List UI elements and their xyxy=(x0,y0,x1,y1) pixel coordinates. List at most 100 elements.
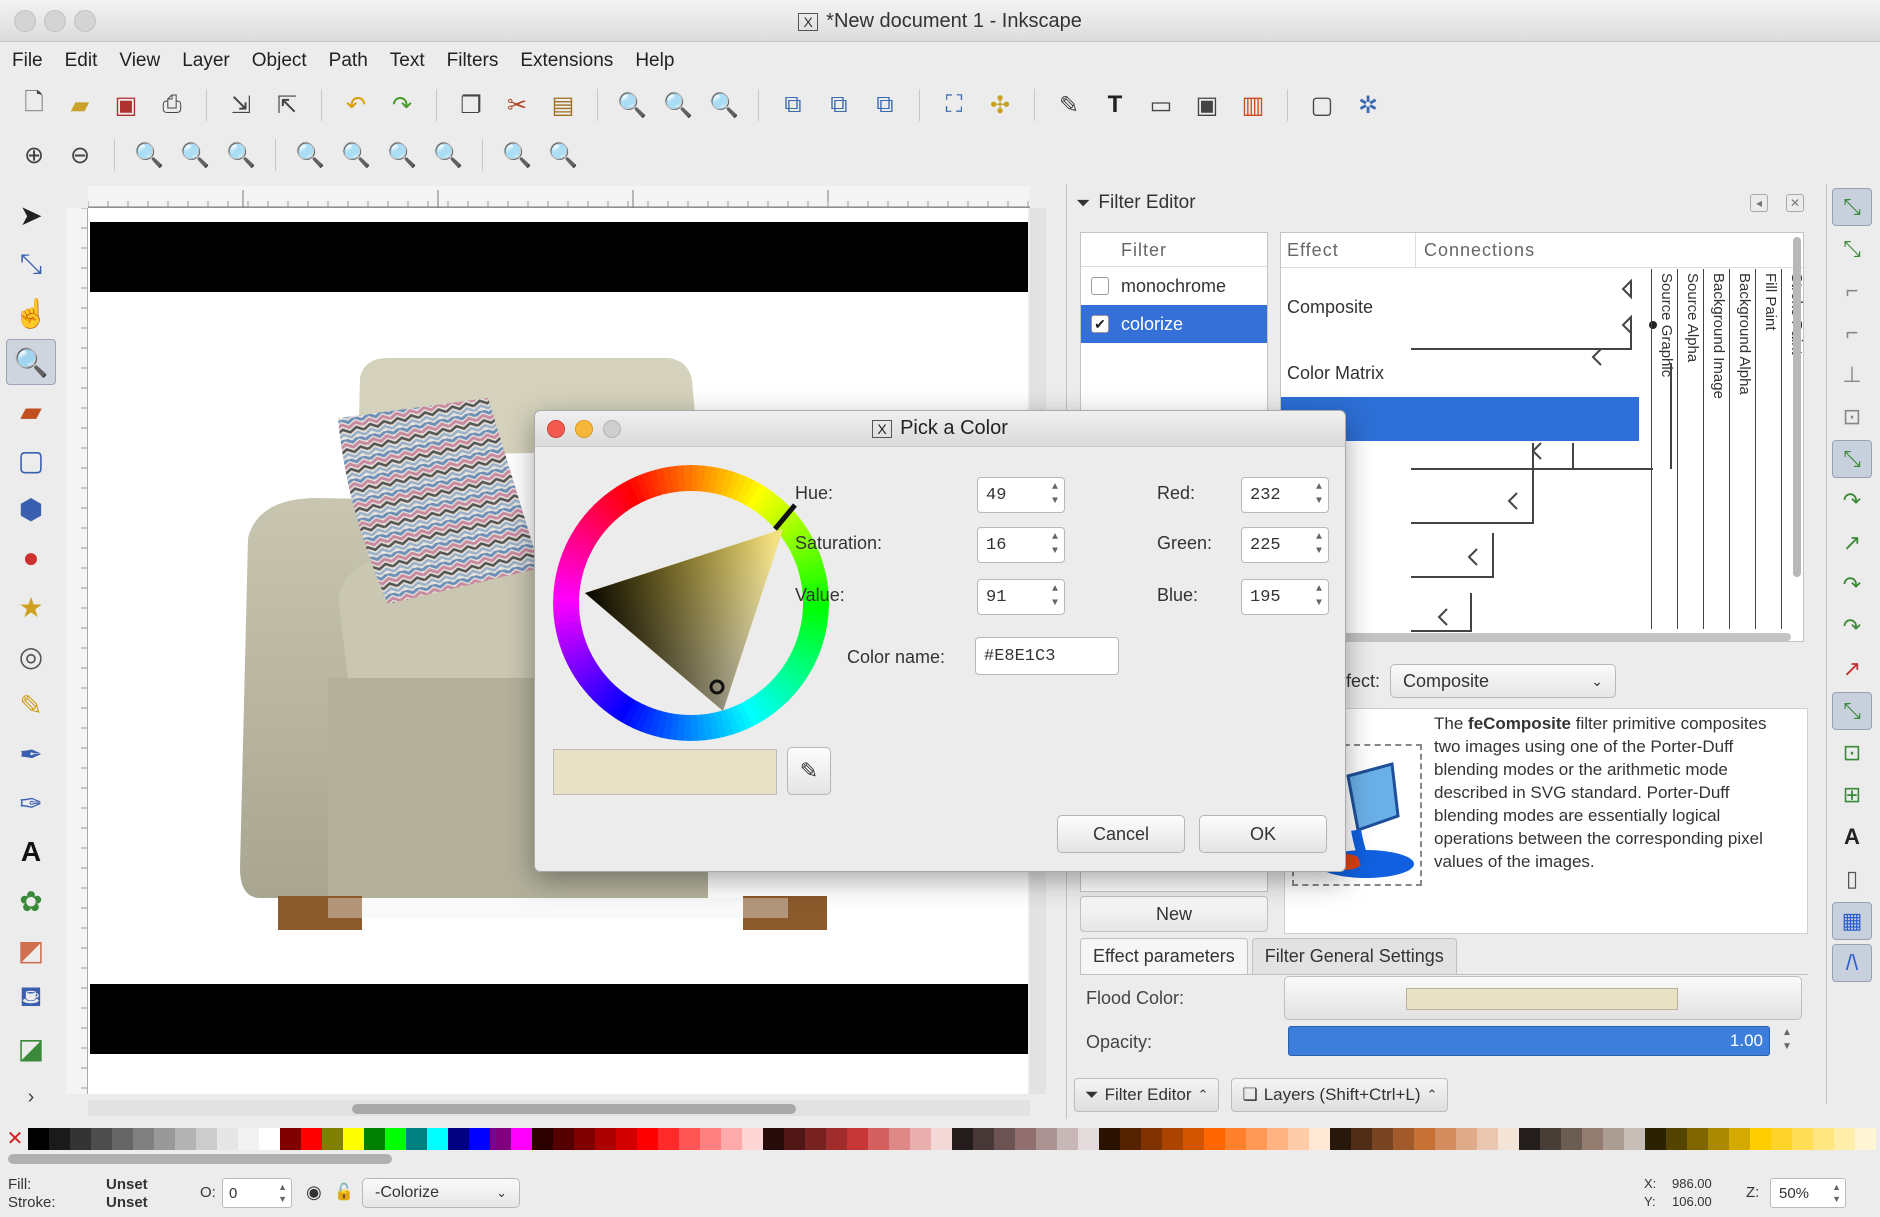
snap-object-center-icon[interactable]: ⊡ xyxy=(1832,734,1872,772)
document-properties-icon[interactable]: ▢ xyxy=(1304,87,1340,123)
snap-guides-icon[interactable]: /\ xyxy=(1832,944,1872,982)
palette-swatch[interactable] xyxy=(91,1128,112,1150)
palette-swatch[interactable] xyxy=(616,1128,637,1150)
selector-tool-icon[interactable]: ➤ xyxy=(6,192,56,238)
zoom-drawing-icon[interactable]: 🔍 xyxy=(660,87,696,123)
filter-row-monochrome[interactable]: monochrome xyxy=(1081,267,1267,305)
palette-swatch[interactable] xyxy=(49,1128,70,1150)
red-spinbox[interactable]: 232 ▲ ▼ xyxy=(1241,477,1329,513)
import-icon[interactable]: ⇲ xyxy=(223,87,259,123)
palette-swatch[interactable] xyxy=(1099,1128,1120,1150)
measure-tool-icon[interactable]: ▰ xyxy=(6,388,56,434)
zoom-out-icon[interactable]: ⊖ xyxy=(62,137,98,173)
palette-swatch[interactable] xyxy=(1666,1128,1687,1150)
filter-checkbox-monochrome[interactable] xyxy=(1091,277,1109,295)
palette-swatch[interactable] xyxy=(259,1128,280,1150)
palette-swatch[interactable] xyxy=(637,1128,658,1150)
current-layer-select[interactable]: -Colorize ⌄ xyxy=(362,1178,520,1208)
menu-view[interactable]: View xyxy=(119,50,160,72)
palette-swatch[interactable] xyxy=(1624,1128,1645,1150)
snap-bbox-icon[interactable]: ⤡ xyxy=(1832,230,1872,268)
input-source-alpha[interactable]: Source Alpha xyxy=(1677,269,1701,629)
palette-swatch[interactable] xyxy=(1057,1128,1078,1150)
palette-swatch[interactable] xyxy=(1078,1128,1099,1150)
palette-swatch[interactable] xyxy=(1414,1128,1435,1150)
snap-nodes-icon[interactable]: ⤡ xyxy=(1832,440,1872,478)
spray-tool-icon[interactable]: ✿ xyxy=(6,878,56,924)
palette-swatch[interactable] xyxy=(742,1128,763,1150)
palette-swatch[interactable] xyxy=(1519,1128,1540,1150)
menu-help[interactable]: Help xyxy=(635,50,674,72)
palette-swatch[interactable] xyxy=(511,1128,532,1150)
palette-swatch[interactable] xyxy=(469,1128,490,1150)
palette-swatch[interactable] xyxy=(700,1128,721,1150)
palette-swatch[interactable] xyxy=(217,1128,238,1150)
green-spinbox[interactable]: 225 ▲ ▼ xyxy=(1241,527,1329,563)
save-icon[interactable]: ▣ xyxy=(108,87,144,123)
snap-path-intersection-icon[interactable]: ↗ xyxy=(1832,524,1872,562)
cancel-button[interactable]: Cancel xyxy=(1057,815,1185,853)
zoom-selection-icon[interactable]: 🔍 xyxy=(614,87,650,123)
palette-swatch[interactable] xyxy=(343,1128,364,1150)
snap-enable-icon[interactable]: ⤡ xyxy=(1832,188,1872,226)
zoom-in-icon[interactable]: ⊕ xyxy=(16,137,52,173)
zoom-drawing-icon[interactable]: 🔍 xyxy=(338,137,374,173)
clone-icon[interactable]: ⧉ xyxy=(821,87,857,123)
menu-edit[interactable]: Edit xyxy=(65,50,98,72)
filter-row-colorize[interactable]: ✔ colorize xyxy=(1081,305,1267,343)
palette-swatch[interactable] xyxy=(238,1128,259,1150)
zoom-selection-icon[interactable]: 🔍 xyxy=(292,137,328,173)
palette-swatch[interactable] xyxy=(595,1128,616,1150)
palette-swatch[interactable] xyxy=(133,1128,154,1150)
canvas-horizontal-scroll-thumb[interactable] xyxy=(352,1104,796,1114)
palette-swatch[interactable] xyxy=(1729,1128,1750,1150)
palette-swatch[interactable] xyxy=(1372,1128,1393,1150)
zoom-page-icon[interactable]: 🔍 xyxy=(384,137,420,173)
zoom-next-icon[interactable]: 🔍 xyxy=(545,137,581,173)
palette-swatch[interactable] xyxy=(406,1128,427,1150)
color-name-input[interactable]: #E8E1C3 xyxy=(975,637,1119,675)
palette-swatch[interactable] xyxy=(1540,1128,1561,1150)
palette-swatch[interactable] xyxy=(805,1128,826,1150)
menu-object[interactable]: Object xyxy=(252,50,307,72)
zoom-previous-icon[interactable]: 🔍 xyxy=(499,137,535,173)
hue-spinbox[interactable]: 49 ▲ ▼ xyxy=(977,477,1065,513)
palette-swatch[interactable] xyxy=(1477,1128,1498,1150)
palette-swatch[interactable] xyxy=(1582,1128,1603,1150)
palette-swatch[interactable] xyxy=(28,1128,49,1150)
panel-iconify-icon[interactable]: ◂ xyxy=(1750,194,1768,212)
palette-swatch[interactable] xyxy=(1435,1128,1456,1150)
menu-extensions[interactable]: Extensions xyxy=(520,50,613,72)
node-tool-icon[interactable]: ⤡ xyxy=(6,241,56,287)
snap-bbox-corner-icon[interactable]: ⌐ xyxy=(1832,314,1872,352)
palette-swatch[interactable] xyxy=(154,1128,175,1150)
eraser-tool-icon[interactable]: ◩ xyxy=(6,927,56,973)
palette-swatch[interactable] xyxy=(1456,1128,1477,1150)
palette-swatch[interactable] xyxy=(1561,1128,1582,1150)
input-fill-paint[interactable]: Fill Paint xyxy=(1755,269,1779,629)
palette-swatch[interactable] xyxy=(1330,1128,1351,1150)
menu-layer[interactable]: Layer xyxy=(182,50,230,72)
palette-swatch[interactable] xyxy=(931,1128,952,1150)
palette-swatch[interactable] xyxy=(1309,1128,1330,1150)
palette-swatch[interactable] xyxy=(721,1128,742,1150)
preferences-icon[interactable]: ✲ xyxy=(1350,87,1386,123)
palette-swatch[interactable] xyxy=(1267,1128,1288,1150)
3d-box-tool-icon[interactable]: ⬢ xyxy=(6,486,56,532)
palette-swatch[interactable] xyxy=(1246,1128,1267,1150)
palette-swatch[interactable] xyxy=(574,1128,595,1150)
input-background-image[interactable]: Background Image xyxy=(1703,269,1727,629)
snap-rotation-center-icon[interactable]: ⊞ xyxy=(1832,776,1872,814)
snap-grids-icon[interactable]: ▦ xyxy=(1832,902,1872,940)
palette-swatch[interactable] xyxy=(196,1128,217,1150)
palette-swatch[interactable] xyxy=(553,1128,574,1150)
objects-icon[interactable]: ▣ xyxy=(1189,87,1225,123)
ungroup-icon[interactable]: ✣ xyxy=(982,87,1018,123)
zoom-tool-icon[interactable]: 🔍 xyxy=(6,339,56,385)
palette-swatch[interactable] xyxy=(973,1128,994,1150)
palette-swatch[interactable] xyxy=(1855,1128,1876,1150)
blue-spinbox[interactable]: 195 ▲ ▼ xyxy=(1241,579,1329,615)
palette-scrollbar[interactable] xyxy=(8,1154,392,1164)
palette-swatch[interactable] xyxy=(1120,1128,1141,1150)
dock-tab-filter-editor[interactable]: ⏷ Filter Editor ⌃ xyxy=(1074,1078,1220,1112)
